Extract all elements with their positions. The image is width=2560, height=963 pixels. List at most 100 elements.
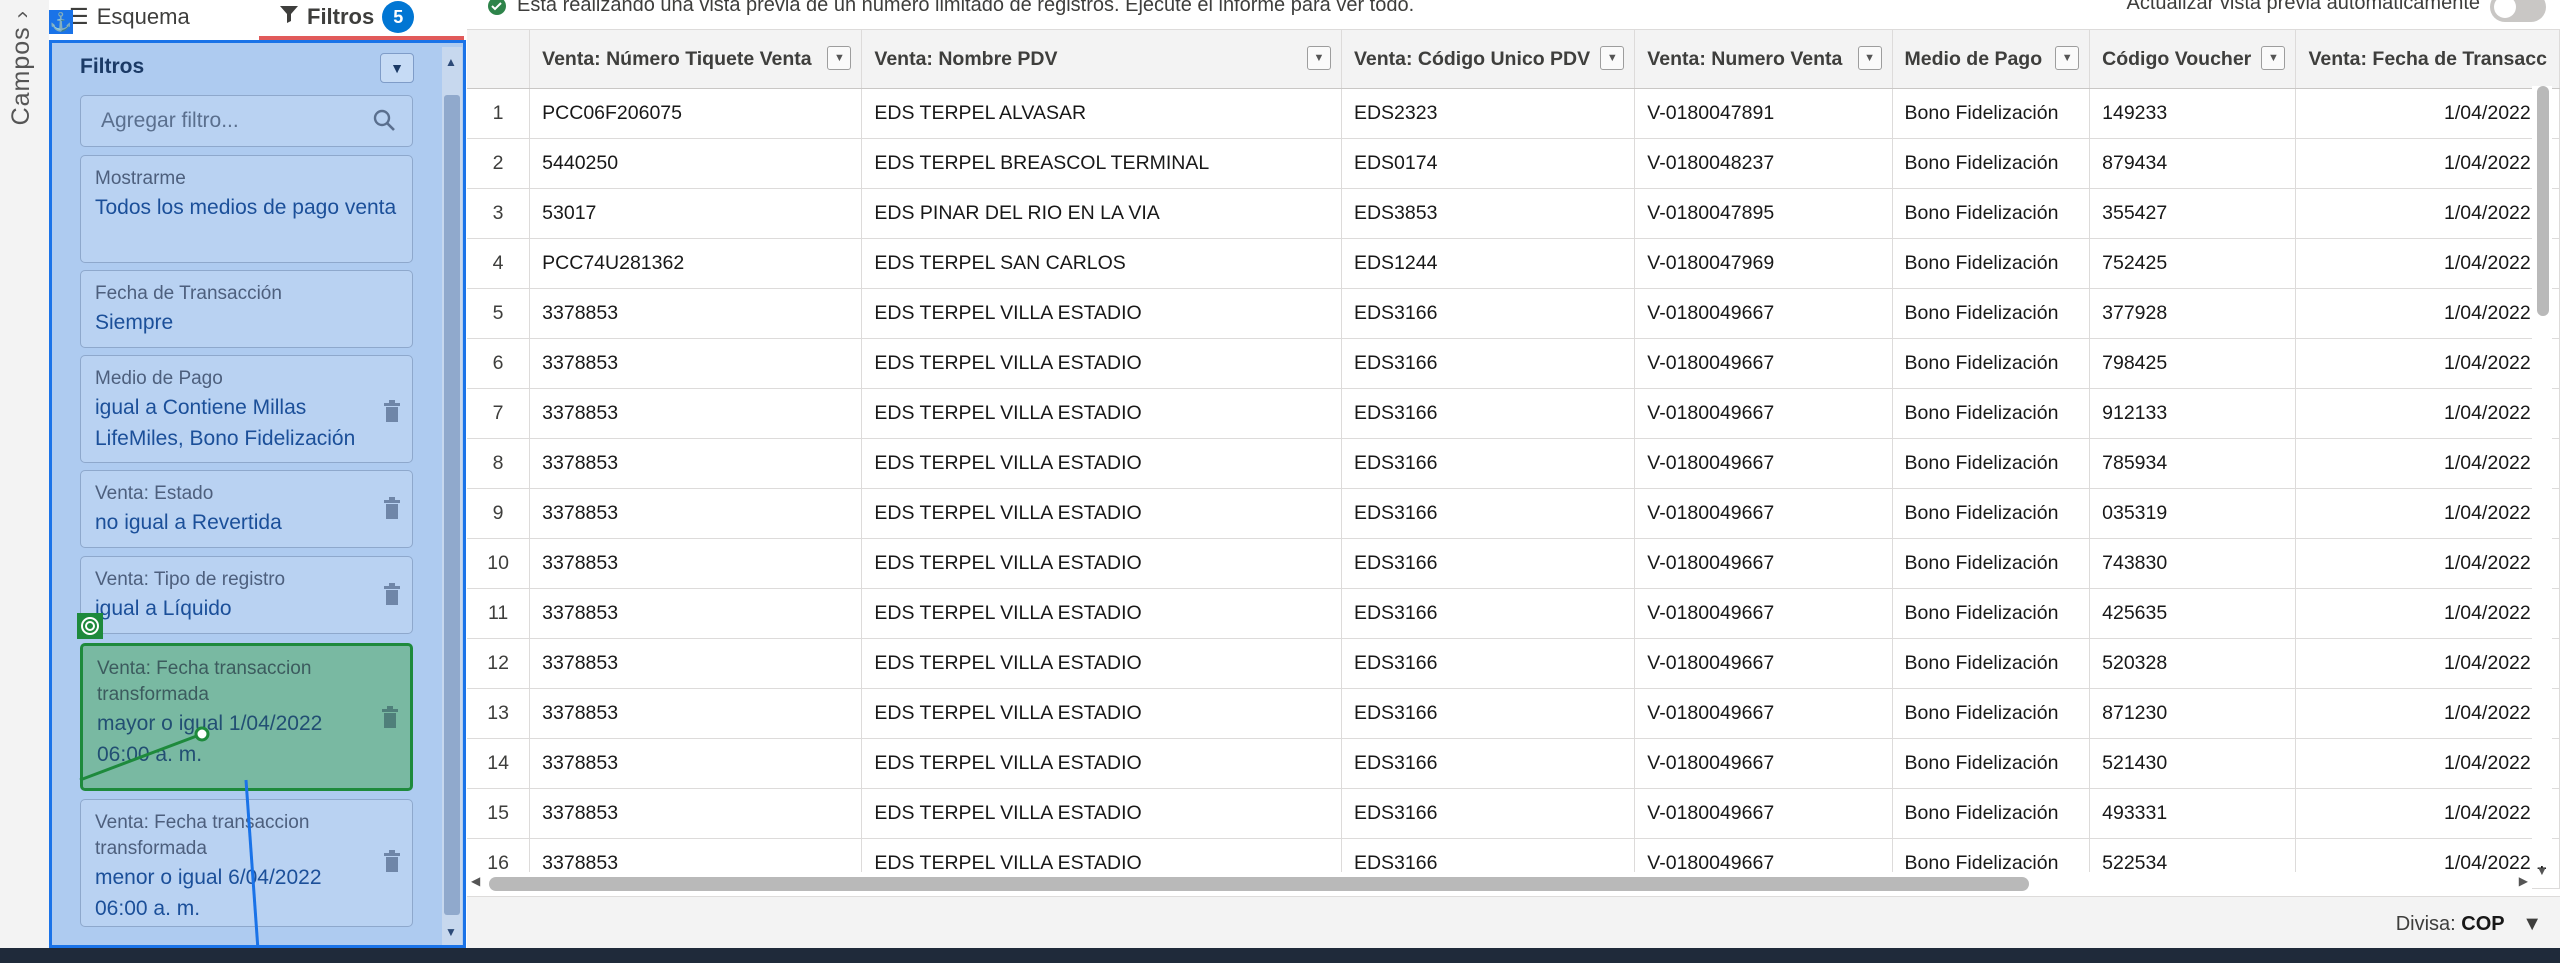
table-row[interactable]: 15 3378853 EDS TERPEL VILLA ESTADIO EDS3166… — [467, 788, 2560, 839]
currency-selector[interactable]: Divisa: COP ▼ — [2396, 913, 2542, 936]
table-cell: Bono Fidelización — [1892, 488, 2091, 539]
tab-esquema[interactable]: ☰ Esquema — [69, 0, 190, 34]
column-header[interactable]: Código Voucher ▼ — [2089, 30, 2297, 89]
data-table: Venta: Número Tiquete Venta ▼ Venta: Nomb… — [467, 30, 2560, 889]
column-menu-icon[interactable]: ▼ — [2055, 46, 2080, 70]
filter-card-medio-pago[interactable]: Medio de Pago igual a Contiene Millas Li… — [80, 355, 413, 463]
table-cell: 3378853 — [529, 538, 863, 589]
column-header[interactable]: Venta: Fecha de Transacc — [2295, 30, 2560, 89]
filter-card-tipo-registro[interactable]: Venta: Tipo de registro igual a Líquido — [80, 556, 413, 634]
table-cell: 1/04/2022 1 — [2295, 688, 2560, 739]
panel-scrollbar[interactable]: ▲ ▼ — [442, 47, 462, 945]
table-row[interactable]: 3 53017 EDS PINAR DEL RIO EN LA VIA EDS3853… — [467, 188, 2560, 239]
table-cell: Bono Fidelización — [1892, 338, 2091, 389]
scroll-right-icon[interactable]: ▶ — [2519, 874, 2528, 888]
table-row[interactable]: 12 3378853 EDS TERPEL VILLA ESTADIO EDS3166… — [467, 638, 2560, 689]
column-header[interactable]: Venta: Código Unico PDV ▼ — [1341, 30, 1636, 89]
column-header[interactable]: Medio de Pago ▼ — [1892, 30, 2091, 89]
tab-filtros[interactable]: Filtros 5 — [279, 0, 415, 34]
trash-icon[interactable] — [382, 583, 402, 607]
table-cell: PCC74U281362 — [529, 238, 863, 289]
trash-icon[interactable] — [380, 706, 400, 730]
table-cell: 1/04/2022 1 — [2295, 538, 2560, 589]
table-cell: V-0180049667 — [1634, 588, 1893, 639]
currency-value: COP — [2461, 913, 2505, 935]
filter-label: Fecha de Transacción — [95, 283, 282, 304]
table-row[interactable]: 4 PCC74U281362 EDS TERPEL SAN CARLOS EDS124… — [467, 238, 2560, 289]
table-cell: 785934 — [2089, 438, 2297, 489]
filter-label: Venta: Fecha transaccion transformada — [97, 658, 312, 705]
table-cell: EDS3166 — [1341, 688, 1636, 739]
filter-value: igual a Contiene Millas LifeMiles, Bono … — [95, 396, 356, 450]
column-menu-icon[interactable]: ▼ — [1857, 46, 1882, 70]
table-body: 1 PCC06F206075 EDS TERPEL ALVASAR EDS2323 V-… — [467, 88, 2560, 889]
fields-rail-toggle[interactable]: Campos › — [7, 10, 36, 125]
trash-icon[interactable] — [382, 850, 402, 874]
table-cell: 377928 — [2089, 288, 2297, 339]
fields-rail-label: Campos — [7, 26, 35, 126]
scroll-left-icon[interactable]: ◀ — [471, 874, 480, 888]
fields-rail[interactable]: Campos › — [0, 0, 50, 948]
grid-vscroll-thumb[interactable] — [2537, 86, 2549, 316]
table-row[interactable]: 7 3378853 EDS TERPEL VILLA ESTADIO EDS3166 V… — [467, 388, 2560, 439]
filter-card-fecha-transaccion[interactable]: Fecha de Transacción Siempre — [80, 270, 413, 348]
auto-preview-toggle[interactable] — [2490, 0, 2546, 22]
filter-card-mostrarme[interactable]: Mostrarme Todos los medios de pago venta — [80, 155, 413, 263]
table-cell: EDS0174 — [1341, 138, 1636, 189]
add-filter-input[interactable]: Agregar filtro... — [80, 95, 413, 147]
table-row[interactable]: 13 3378853 EDS TERPEL VILLA ESTADIO EDS3166… — [467, 688, 2560, 739]
scroll-down-icon[interactable]: ▼ — [445, 925, 457, 939]
filter-value: Siempre — [95, 311, 174, 334]
column-menu-icon[interactable]: ▼ — [1306, 46, 1331, 70]
column-menu-icon[interactable]: ▼ — [827, 46, 852, 70]
trash-icon[interactable] — [382, 400, 402, 424]
table-cell: EDS TERPEL VILLA ESTADIO — [861, 288, 1342, 339]
table-cell: 520328 — [2089, 638, 2297, 689]
table-row[interactable]: 2 5440250 EDS TERPEL BREASCOL TERMINAL EDS0… — [467, 138, 2560, 189]
scroll-up-icon[interactable]: ▲ — [445, 55, 457, 69]
preview-message-text: Está realizando una vista previa de un n… — [517, 0, 1415, 16]
row-number: 1 — [467, 88, 531, 139]
filter-card-estado[interactable]: Venta: Estado no igual a Revertida — [80, 470, 413, 548]
os-taskbar — [0, 948, 2560, 963]
column-header[interactable]: Venta: Nombre PDV ▼ — [861, 30, 1342, 89]
filter-label: Venta: Estado — [95, 483, 214, 504]
column-header[interactable]: Venta: Número Tiquete Venta ▼ — [529, 30, 863, 89]
table-cell: EDS TERPEL VILLA ESTADIO — [861, 388, 1342, 439]
column-header-label: Venta: Fecha de Transacc — [2308, 47, 2547, 70]
grid-vertical-scrollbar[interactable]: ▼ — [2532, 86, 2552, 878]
filter-value: no igual a Revertida — [95, 511, 282, 534]
table-cell: 1/04/2022 1 — [2295, 638, 2560, 689]
trash-icon[interactable] — [382, 497, 402, 521]
table-row[interactable]: 1 PCC06F206075 EDS TERPEL ALVASAR EDS2323 V-… — [467, 88, 2560, 139]
panel-collapse-button[interactable]: ▼ — [380, 53, 414, 83]
grid-hscroll-thumb[interactable] — [489, 877, 2029, 891]
filter-label: Medio de Pago — [95, 368, 223, 389]
column-menu-icon[interactable]: ▼ — [2261, 46, 2286, 70]
table-cell: 3378853 — [529, 638, 863, 689]
table-row[interactable]: 14 3378853 EDS TERPEL VILLA ESTADIO EDS3166… — [467, 738, 2560, 789]
row-number: 7 — [467, 388, 531, 439]
table-cell: 493331 — [2089, 788, 2297, 839]
filter-icon — [279, 4, 299, 30]
scroll-down-icon[interactable]: ▼ — [2536, 864, 2548, 878]
column-menu-icon[interactable]: ▼ — [1600, 46, 1625, 70]
table-cell: 1/04/2022 1 — [2295, 788, 2560, 839]
table-cell: EDS3166 — [1341, 538, 1636, 589]
table-row[interactable]: 11 3378853 EDS TERPEL VILLA ESTADIO EDS3166… — [467, 588, 2560, 639]
table-row[interactable]: 8 3378853 EDS TERPEL VILLA ESTADIO EDS3166 V… — [467, 438, 2560, 489]
table-row[interactable]: 5 3378853 EDS TERPEL VILLA ESTADIO EDS3166 V… — [467, 288, 2560, 339]
table-row[interactable]: 6 3378853 EDS TERPEL VILLA ESTADIO EDS3166 V… — [467, 338, 2560, 389]
table-cell: Bono Fidelización — [1892, 188, 2091, 239]
panel-scroll-thumb[interactable] — [444, 95, 460, 915]
table-cell: 3378853 — [529, 738, 863, 789]
table-cell: EDS TERPEL VILLA ESTADIO — [861, 588, 1342, 639]
grid-horizontal-scrollbar[interactable]: ◀ ▶ — [467, 872, 2532, 896]
row-number: 4 — [467, 238, 531, 289]
column-header[interactable]: Venta: Numero Venta ▼ — [1634, 30, 1893, 89]
filters-panel-title: Filtros — [80, 55, 145, 78]
table-cell: EDS3166 — [1341, 638, 1636, 689]
table-row[interactable]: 9 3378853 EDS TERPEL VILLA ESTADIO EDS3166 V… — [467, 488, 2560, 539]
table-row[interactable]: 10 3378853 EDS TERPEL VILLA ESTADIO EDS3166… — [467, 538, 2560, 589]
panel-tabs: ☰ Esquema Filtros 5 — [49, 0, 466, 40]
